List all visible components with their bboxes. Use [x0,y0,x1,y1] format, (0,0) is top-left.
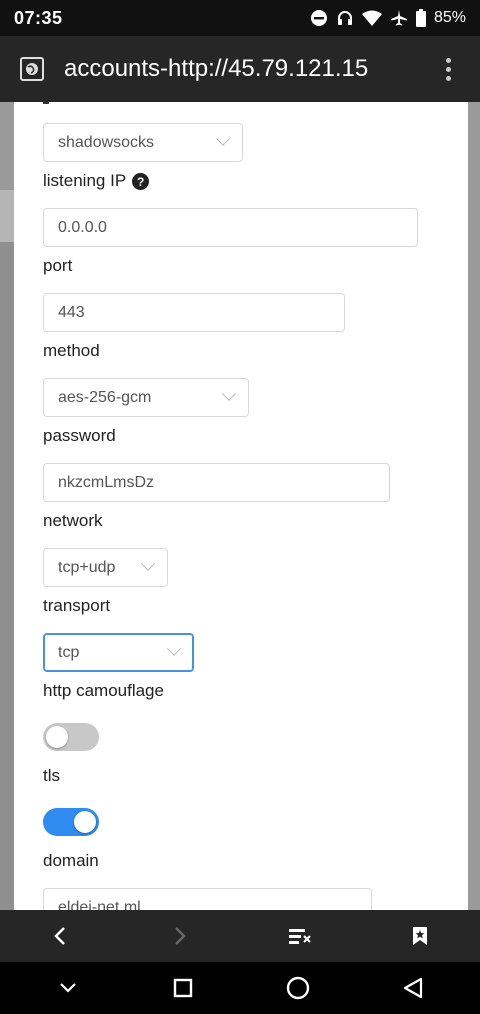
recents-button[interactable] [153,968,213,1008]
network-select-value: tcp+udp [58,558,116,576]
method-label: method [43,341,100,360]
dnd-icon [310,9,328,27]
help-icon[interactable]: ? [132,173,150,191]
protocol-select[interactable]: shadowsocks [43,123,243,162]
overflow-menu-icon[interactable] [436,57,460,81]
page-title[interactable]: accounts-http://45.79.121.15 [64,55,436,83]
browser-bottom-bar [0,910,480,962]
triangle-back-icon [403,977,422,999]
browser-toolbar: accounts-http://45.79.121.15 [0,36,480,102]
toggle-knob [46,726,68,748]
listening-ip-value: 0.0.0.0 [58,218,107,236]
tls-toggle[interactable] [43,808,99,836]
circle-icon [286,976,309,1000]
status-time: 07:35 [14,7,63,28]
password-value: nkzcmLmsDz [58,473,155,491]
port-input[interactable]: 443 [43,293,345,332]
clipped-label-fragment [43,102,49,104]
bookmark-icon [413,927,427,945]
settings-form: shadowsocks listening IP? 0.0.0.0 port 4… [14,102,468,910]
status-bar: 07:35 85% [0,0,480,36]
airplane-icon [390,9,408,27]
transport-label: transport [43,596,111,615]
tabs-icon [289,929,311,944]
square-icon [173,978,192,998]
chevron-down-icon [221,386,237,401]
chevron-down-icon [215,131,231,146]
port-label: port [43,256,73,275]
password-label: password [43,426,116,445]
site-info-icon[interactable] [20,57,44,81]
port-value: 443 [58,303,85,321]
forward-button[interactable] [150,916,210,956]
battery-icon [415,9,426,27]
method-select[interactable]: aes-256-gcm [43,378,249,417]
wifi-icon [361,10,382,26]
chevron-down-icon [140,556,156,571]
listening-ip-input[interactable]: 0.0.0.0 [43,208,418,247]
listening-ip-label: listening IP? [43,171,150,191]
tabs-button[interactable] [270,916,330,956]
bookmark-button[interactable] [390,916,450,956]
home-button[interactable] [268,968,328,1008]
chevron-down-icon [59,983,76,993]
background-panel [0,242,14,910]
web-viewport: shadowsocks listening IP? 0.0.0.0 port 4… [0,102,480,910]
toggle-knob [74,811,96,833]
http-camouflage-label: http camouflage [43,681,164,700]
http-camouflage-toggle[interactable] [43,723,99,751]
status-icons: 85% [310,9,466,27]
password-input[interactable]: nkzcmLmsDz [43,463,390,502]
battery-percent: 85% [433,9,466,26]
back-button[interactable] [30,916,90,956]
transport-select-value: tcp [58,643,80,661]
protocol-select-value: shadowsocks [58,133,155,151]
domain-input[interactable]: eldei-net.ml [43,888,372,910]
network-select[interactable]: tcp+udp [43,548,168,587]
system-nav-bar [0,962,480,1014]
domain-value: eldei-net.ml [58,898,141,911]
tls-label: tls [43,766,60,785]
chevron-down-icon [166,641,182,656]
network-label: network [43,511,103,530]
back-nav-button[interactable] [383,968,443,1008]
listening-ip-label-text: listening IP [43,171,127,190]
collapse-button[interactable] [38,968,98,1008]
background-panel [0,190,14,242]
chevron-left-icon [54,927,65,945]
method-select-value: aes-256-gcm [58,388,152,406]
chevron-right-icon [175,927,186,945]
transport-select[interactable]: tcp [43,633,194,672]
domain-label: domain [43,851,99,870]
headset-icon [336,9,354,27]
